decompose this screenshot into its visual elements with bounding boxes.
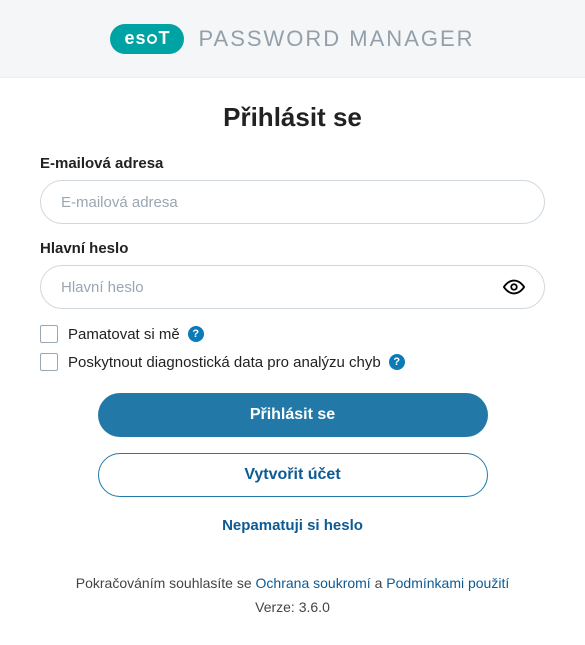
remember-label[interactable]: Pamatovat si mě: [68, 326, 180, 343]
terms-link[interactable]: Podmínkami použití: [386, 575, 509, 591]
email-label: E-mailová adresa: [40, 155, 545, 172]
email-input[interactable]: [40, 180, 545, 224]
diagnostics-checkbox[interactable]: [40, 353, 58, 371]
eye-icon: [503, 276, 525, 298]
footer-prefix: Pokračováním souhlasíte se: [76, 575, 256, 591]
password-label: Hlavní heslo: [40, 240, 545, 257]
app-title: PASSWORD MANAGER: [198, 26, 474, 52]
footer-mid: a: [371, 575, 387, 591]
password-input[interactable]: [40, 265, 545, 309]
remember-checkbox[interactable]: [40, 325, 58, 343]
logo-letter-e-icon: [147, 34, 157, 44]
diagnostics-label[interactable]: Poskytnout diagnostická data pro analýzu…: [68, 354, 381, 371]
privacy-link[interactable]: Ochrana soukromí: [256, 575, 371, 591]
brand-logo: esT: [110, 24, 184, 54]
help-icon[interactable]: ?: [188, 326, 204, 342]
page-title: Přihlásit se: [40, 102, 545, 133]
create-account-button[interactable]: Vytvořit účet: [98, 453, 488, 497]
footer: Pokračováním souhlasíte se Ochrana soukr…: [0, 572, 585, 620]
version-label: Verze:: [255, 599, 299, 615]
forgot-password-link[interactable]: Nepamatuji si heslo: [222, 517, 363, 534]
help-icon[interactable]: ?: [389, 354, 405, 370]
header-bar: esT PASSWORD MANAGER: [0, 0, 585, 78]
toggle-password-visibility-button[interactable]: [499, 272, 529, 302]
login-button[interactable]: Přihlásit se: [98, 393, 488, 437]
version-value: 3.6.0: [299, 599, 330, 615]
